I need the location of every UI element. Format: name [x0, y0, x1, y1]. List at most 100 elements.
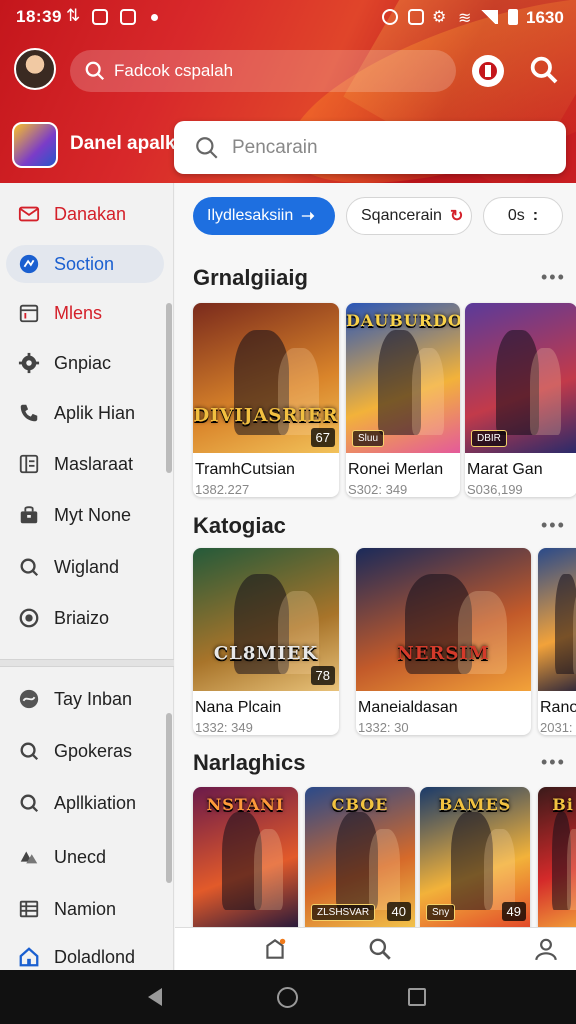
notification-icon: [120, 9, 136, 25]
section-title: Katogiac: [193, 513, 286, 538]
sidebar-item[interactable]: Wigland: [6, 548, 164, 586]
wifi-icon: ≋: [458, 10, 472, 27]
more-options-icon[interactable]: •••: [541, 752, 566, 773]
game-logo-text: NSTANI: [206, 795, 285, 814]
game-card[interactable]: Rano 2031:: [538, 548, 576, 735]
battery-icon: [508, 9, 518, 25]
sidebar-item[interactable]: Namion: [6, 890, 164, 928]
search-input[interactable]: Pencarain: [174, 121, 566, 174]
sidebar-item[interactable]: Aplik Hian: [6, 394, 164, 432]
message-icon: [92, 9, 108, 25]
sidebar-item[interactable]: Apllkiation: [6, 784, 164, 822]
sidebar-item-label: Gpokeras: [54, 740, 133, 761]
chip-label: 0s: [507, 207, 525, 224]
sidebar-scrollbar[interactable]: [166, 713, 172, 883]
game-logo-text: DAUBURDON: [346, 311, 460, 330]
game-title: Nana Plcain: [195, 699, 282, 716]
game-thumbnail: [538, 548, 576, 691]
sidebar-item[interactable]: Tay Inban: [6, 680, 164, 718]
recent-apps-icon[interactable]: [408, 988, 426, 1006]
sidebar-item-label: Danakan: [54, 203, 127, 224]
search-icon: [85, 61, 105, 81]
sidebar-scrollbar[interactable]: [166, 303, 172, 473]
game-thumbnail: BAMES 49 Sny: [420, 787, 530, 927]
gear-icon: [16, 350, 42, 376]
sidebar-item[interactable]: Myt None: [6, 496, 164, 534]
settings-icon: ⚙: [432, 9, 447, 26]
section-title: Narlaghics: [193, 750, 306, 775]
sidebar-item-label: Myt None: [54, 504, 132, 525]
game-logo-text: DIVIJASRIER: [193, 405, 339, 426]
sidebar-item-label: Doladlond: [54, 946, 136, 967]
chip-primary[interactable]: Ilydlesaksiin ➝: [193, 197, 335, 235]
game-tag: Sny: [426, 904, 456, 921]
section-title: Grnalgiiaig: [193, 265, 308, 290]
game-card[interactable]: DAUBURDON Sluu Ronei Merlan S302: 349: [346, 303, 460, 497]
sidebar-item[interactable]: Unecd: [6, 838, 164, 876]
profile-icon[interactable]: [533, 936, 559, 962]
game-meta: 1332: 30: [358, 720, 409, 735]
game-logo-text: CL8MIEK: [213, 643, 319, 664]
status-bar: 18:39 ⇅ ⚙ ≋ 1630: [0, 0, 576, 34]
character-art: [483, 829, 515, 911]
chip-secondary[interactable]: Sqancerain ↻: [346, 197, 472, 235]
sync-icon: [382, 9, 398, 25]
sidebar-item-label: Gnpiac: [54, 352, 112, 373]
avatar[interactable]: [14, 48, 56, 90]
sidebar-item[interactable]: Soction: [6, 245, 164, 283]
game-title: Marat Gan: [467, 461, 543, 478]
bag-icon: [16, 502, 42, 528]
game-meta: S036,199: [467, 482, 523, 497]
home-icon[interactable]: [277, 987, 298, 1008]
signal-icon: [478, 10, 498, 24]
sidebar-item[interactable]: Maslaraat: [6, 445, 164, 483]
game-logo-text: BAMES: [438, 795, 512, 814]
globe-icon: [16, 686, 42, 712]
search-icon: [16, 738, 42, 764]
sidebar-item-label: Apllkiation: [54, 792, 137, 813]
status-time: 18:39: [16, 7, 62, 26]
character-art: [529, 348, 562, 435]
top-search-bar[interactable]: Fadcok cspalah: [70, 50, 456, 92]
sidebar-item-label: Namion: [54, 898, 117, 919]
game-card[interactable]: CL8MIEK 78 Nana Plcain 1332: 349: [193, 548, 339, 735]
brand-logo-button[interactable]: [472, 55, 504, 87]
mail-icon: [16, 201, 42, 227]
back-icon[interactable]: [148, 988, 162, 1006]
character-art: [368, 829, 400, 911]
game-card[interactable]: Bi: [538, 787, 576, 938]
sidebar-item[interactable]: Mlens: [6, 294, 164, 332]
game-card[interactable]: NERSIM Maneialdasan 1332: 30: [356, 548, 531, 735]
sidebar-item[interactable]: Danakan: [6, 195, 164, 233]
game-meta: S302: 349: [348, 482, 408, 497]
search-icon: [16, 790, 42, 816]
sidebar-item[interactable]: Gpokeras: [6, 732, 164, 770]
main-content: Ilydlesaksiin ➝ Sqancerain ↻ 0s : Grnalg…: [175, 183, 576, 970]
search-icon[interactable]: [528, 54, 560, 86]
game-card[interactable]: DBIR Marat Gan S036,199: [465, 303, 576, 497]
cast-icon: ⇅: [66, 6, 81, 25]
more-options-icon[interactable]: •••: [541, 515, 566, 536]
game-logo-text: CBOE: [331, 795, 389, 814]
sidebar-item-label: Briaizo: [54, 607, 110, 628]
calendar-icon: [16, 300, 42, 326]
rating-badge: 78: [310, 666, 335, 685]
chip-third[interactable]: 0s :: [483, 197, 563, 235]
more-notifications-dot: [151, 14, 158, 21]
game-thumbnail: Bi: [538, 787, 576, 927]
game-card[interactable]: DIVIJASRIER 67 TramhCutsian 1382.227: [193, 303, 339, 497]
share-icon[interactable]: [262, 936, 288, 962]
arrow-icon: ➝: [301, 208, 315, 225]
sidebar-item[interactable]: Briaizo: [6, 599, 164, 637]
more-options-icon[interactable]: •••: [541, 267, 566, 288]
game-title: TramhCutsian: [195, 461, 295, 478]
game-tag: DBIR: [471, 430, 507, 447]
sidebar-item[interactable]: Gnpiac: [6, 344, 164, 382]
chip-label: Ilydlesaksiin: [207, 207, 294, 224]
sidebar-item-label: Unecd: [54, 846, 107, 867]
rating-badge: 40: [386, 902, 411, 921]
refresh-icon: ↻: [449, 208, 464, 225]
sidebar-item-label: Mlens: [54, 302, 103, 323]
search-icon[interactable]: [367, 936, 393, 962]
more-icon: :: [532, 207, 539, 224]
